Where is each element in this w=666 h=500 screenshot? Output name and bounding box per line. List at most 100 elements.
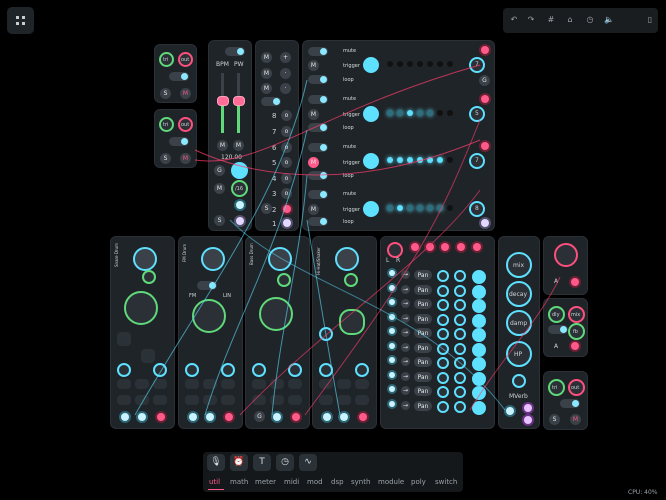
- aux-button[interactable]: ·: [280, 83, 291, 94]
- out-jack[interactable]: [236, 217, 244, 225]
- fm-toggle[interactable]: [197, 281, 217, 290]
- category-midi[interactable]: midi: [284, 478, 299, 486]
- pad-tile[interactable]: [337, 395, 351, 405]
- undo-icon[interactable]: ↶: [508, 14, 520, 26]
- channel-arrow-button[interactable]: →: [401, 342, 410, 352]
- pan-knob[interactable]: Pan: [414, 270, 432, 280]
- channel-in-jack[interactable]: [389, 270, 395, 276]
- step-button[interactable]: o: [281, 157, 292, 168]
- pad-tile[interactable]: [203, 379, 217, 389]
- out-knob[interactable]: out: [568, 379, 585, 396]
- aux-knob[interactable]: [319, 363, 333, 377]
- divider-toggle[interactable]: [261, 97, 281, 106]
- dly-knob[interactable]: dly: [548, 306, 565, 323]
- send-knob[interactable]: [437, 299, 449, 311]
- hp-knob[interactable]: HP: [506, 341, 532, 367]
- s-button[interactable]: S: [214, 215, 225, 226]
- redo-icon[interactable]: ↷: [525, 14, 537, 26]
- pad-tile[interactable]: [288, 395, 302, 405]
- out-jack[interactable]: [524, 404, 532, 412]
- step-button[interactable]: o: [281, 126, 292, 137]
- mix-knob[interactable]: mix: [506, 252, 532, 278]
- send-knob[interactable]: [454, 284, 466, 297]
- channel-arrow-button[interactable]: →: [401, 328, 410, 337]
- channel-arrow-button[interactable]: →: [401, 284, 410, 294]
- aux-knob[interactable]: [221, 363, 235, 377]
- pad-tile[interactable]: [117, 379, 131, 389]
- mute-toggle[interactable]: [308, 47, 328, 56]
- send-knob[interactable]: [437, 328, 449, 340]
- pad-tile[interactable]: [288, 379, 302, 389]
- in-jack[interactable]: [340, 413, 348, 421]
- step-count-knob[interactable]: 8: [469, 201, 485, 217]
- level-knob[interactable]: [472, 284, 486, 299]
- aux-knob[interactable]: [117, 363, 131, 377]
- channel-in-jack[interactable]: [389, 299, 395, 305]
- category-math[interactable]: math: [230, 478, 248, 486]
- osc-toggle[interactable]: [169, 137, 189, 146]
- g-button[interactable]: G: [479, 75, 490, 86]
- send-knob[interactable]: [454, 313, 466, 326]
- category-synth[interactable]: synth: [351, 478, 370, 486]
- div-knob[interactable]: /16: [231, 180, 248, 197]
- level-knob[interactable]: [472, 400, 486, 415]
- aux-knob[interactable]: [185, 363, 199, 377]
- aux-button[interactable]: ·: [280, 68, 291, 79]
- alarm-tool[interactable]: ⏰: [230, 454, 248, 471]
- out-knob[interactable]: out: [178, 117, 193, 132]
- channel-in-jack[interactable]: [389, 386, 395, 392]
- pad-tile[interactable]: [252, 379, 266, 389]
- bpm-slider-handle[interactable]: [217, 96, 229, 106]
- s-button[interactable]: S: [549, 414, 560, 425]
- step-count-knob[interactable]: 5: [469, 106, 485, 122]
- send-knob[interactable]: [454, 328, 466, 340]
- out-jack[interactable]: [292, 413, 300, 421]
- pan-knob[interactable]: Pan: [414, 400, 432, 411]
- text-tool[interactable]: T: [253, 454, 271, 471]
- pad-tile[interactable]: [117, 395, 131, 405]
- send-knob[interactable]: [454, 299, 466, 311]
- mixer-output-jack[interactable]: [473, 243, 481, 251]
- out-jack[interactable]: [481, 219, 489, 227]
- loop-toggle[interactable]: [308, 171, 328, 180]
- send-knob[interactable]: [437, 284, 449, 297]
- pad-tile[interactable]: [117, 332, 131, 346]
- channel-in-jack[interactable]: [389, 400, 395, 407]
- aux-knob[interactable]: [153, 363, 167, 377]
- category-switch[interactable]: switch: [435, 478, 457, 486]
- out-jack[interactable]: [481, 142, 489, 150]
- out-jack[interactable]: [481, 95, 489, 103]
- channel-in-jack[interactable]: [389, 357, 395, 363]
- out-jack[interactable]: [481, 46, 489, 54]
- send-knob[interactable]: [454, 342, 466, 355]
- pad-tile[interactable]: [221, 379, 235, 389]
- tone-knob[interactable]: [277, 273, 291, 287]
- delay-toggle[interactable]: [548, 325, 568, 334]
- category-module[interactable]: module: [378, 478, 404, 486]
- send-knob[interactable]: [437, 357, 449, 369]
- m-button[interactable]: M: [308, 157, 319, 168]
- channel-in-jack[interactable]: [389, 342, 395, 349]
- pad-tile[interactable]: [221, 395, 235, 405]
- step-button[interactable]: o: [281, 142, 292, 153]
- channel-arrow-button[interactable]: →: [401, 299, 410, 308]
- volume-icon[interactable]: 🔈: [603, 14, 615, 26]
- out-jack[interactable]: [157, 413, 165, 421]
- seq-knob[interactable]: [363, 106, 379, 122]
- aux-knob[interactable]: [319, 327, 333, 341]
- panel-icon[interactable]: ▯: [644, 14, 656, 26]
- wave-knob[interactable]: [335, 247, 359, 271]
- wave-knob[interactable]: [201, 247, 225, 271]
- send-knob[interactable]: [454, 270, 466, 282]
- seq-knob[interactable]: [363, 201, 379, 217]
- tri-knob[interactable]: tri: [548, 379, 565, 396]
- category-util[interactable]: util: [209, 478, 220, 486]
- mixer-output-jack[interactable]: [441, 243, 449, 251]
- mix-knob[interactable]: mix: [568, 306, 585, 323]
- pad-tile[interactable]: [153, 379, 167, 389]
- channel-arrow-button[interactable]: →: [401, 371, 410, 381]
- m-button[interactable]: M: [570, 414, 581, 425]
- pad-tile[interactable]: [270, 379, 284, 389]
- out-knob[interactable]: out: [178, 52, 193, 67]
- in-jack[interactable]: [506, 407, 514, 415]
